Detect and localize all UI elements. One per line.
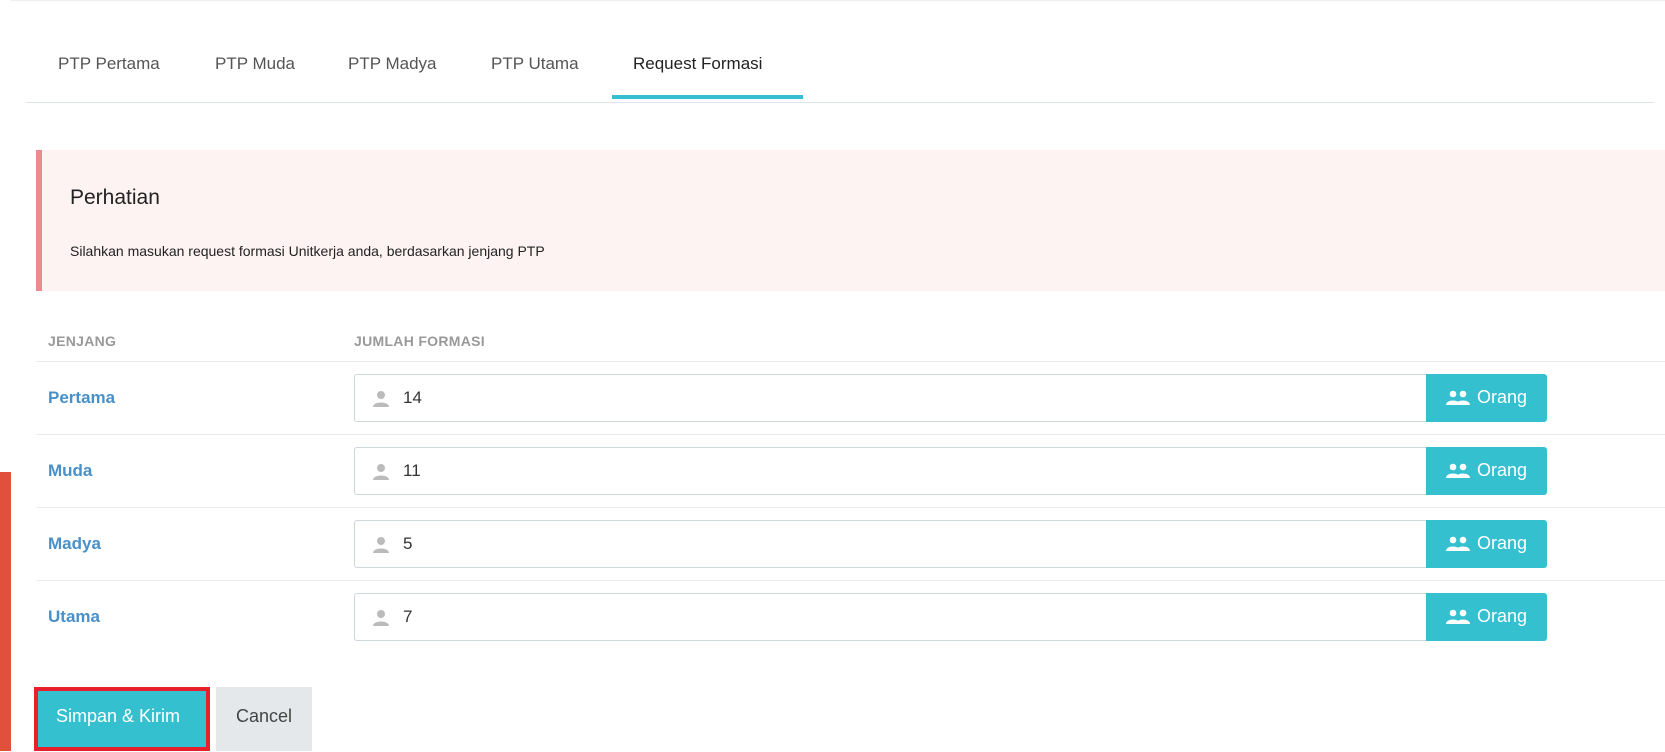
formasi-value-muda: 11 <box>403 461 421 480</box>
row-label-pertama: Pertama <box>48 388 116 407</box>
header-jenjang: JENJANG <box>48 333 117 349</box>
orang-label: Orang <box>1477 606 1528 626</box>
orang-button-muda[interactable]: Orang <box>1426 447 1547 495</box>
cancel-label: Cancel <box>236 706 293 726</box>
tab-ptp-muda[interactable]: PTP Muda <box>215 54 295 74</box>
tab-ptp-pertama[interactable]: PTP Pertama <box>58 54 160 74</box>
orang-button-utama[interactable]: Orang <box>1426 593 1547 641</box>
row-label-utama: Utama <box>48 607 100 626</box>
formasi-input-group-muda: 11 Orang <box>354 447 1547 495</box>
orang-label: Orang <box>1477 387 1528 407</box>
orang-button-madya[interactable]: Orang <box>1426 520 1547 568</box>
formasi-input-muda[interactable]: 11 <box>354 447 1426 495</box>
user-icon <box>373 610 389 626</box>
user-icon <box>373 537 389 553</box>
left-side-strip <box>0 472 11 751</box>
active-tab-indicator <box>612 95 803 99</box>
orang-button-pertama[interactable]: Orang <box>1426 374 1547 422</box>
tab-request-formasi[interactable]: Request Formasi <box>633 54 762 74</box>
attention-alert: Perhatian Silahkan masukan request forma… <box>36 150 1665 291</box>
user-icon <box>373 464 389 480</box>
formasi-input-pertama[interactable]: 14 <box>354 374 1426 422</box>
orang-label: Orang <box>1477 533 1528 553</box>
formasi-input-utama[interactable]: 7 <box>354 593 1426 641</box>
cancel-button[interactable]: Cancel <box>216 687 312 751</box>
simpan-kirim-button[interactable]: Simpan & Kirim <box>34 687 210 751</box>
row-divider <box>36 580 1665 581</box>
formasi-input-group-pertama: 14 Orang <box>354 374 1547 422</box>
row-divider <box>36 507 1665 508</box>
formasi-input-group-madya: 5 Orang <box>354 520 1547 568</box>
formasi-value-utama: 7 <box>403 607 413 626</box>
tab-ptp-utama[interactable]: PTP Utama <box>491 54 579 74</box>
row-label-muda: Muda <box>48 461 93 480</box>
formasi-input-madya[interactable]: 5 <box>354 520 1426 568</box>
tab-ptp-madya[interactable]: PTP Madya <box>348 54 437 74</box>
users-icon <box>1446 609 1470 624</box>
formasi-value-pertama: 14 <box>403 388 422 407</box>
user-icon <box>373 391 389 407</box>
alert-title: Perhatian <box>70 186 160 209</box>
users-icon <box>1446 463 1470 478</box>
formasi-input-group-utama: 7 Orang <box>354 593 1547 641</box>
orang-label: Orang <box>1477 460 1528 480</box>
users-icon <box>1446 536 1470 551</box>
row-label-madya: Madya <box>48 534 101 553</box>
users-icon <box>1446 390 1470 405</box>
row-divider <box>36 361 1665 362</box>
formasi-value-madya: 5 <box>403 534 413 553</box>
row-divider <box>36 434 1665 435</box>
header-jumlah-formasi: JUMLAH FORMASI <box>354 333 485 349</box>
simpan-kirim-label: Simpan & Kirim <box>56 706 181 726</box>
tab-bar: PTP Pertama PTP Muda PTP Madya PTP Utama… <box>26 0 1654 103</box>
alert-message: Silahkan masukan request formasi Unitker… <box>70 243 545 259</box>
